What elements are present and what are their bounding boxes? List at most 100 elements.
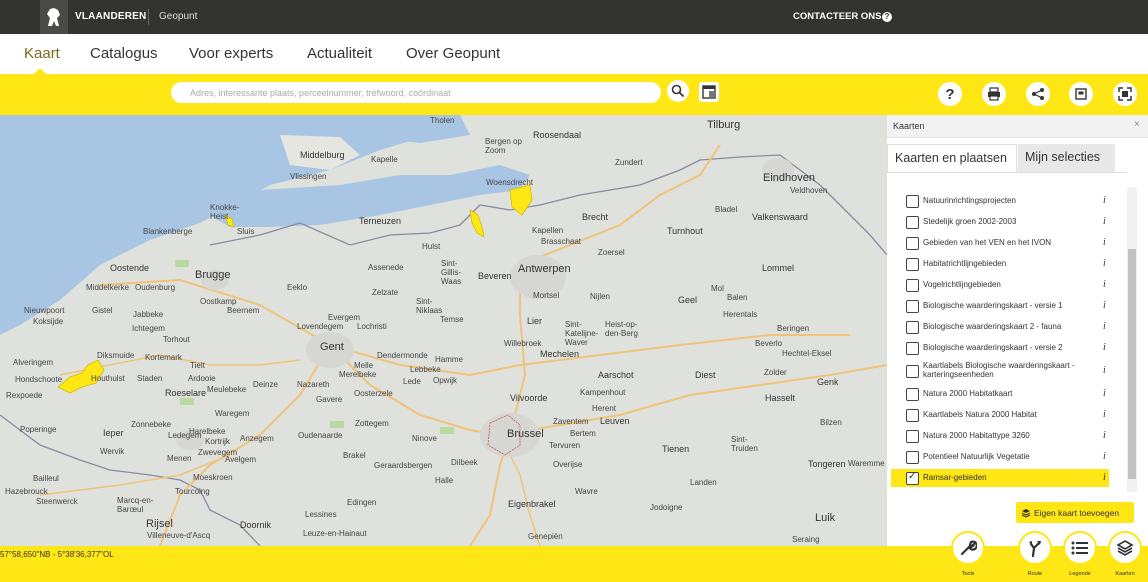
layer-checkbox[interactable] xyxy=(906,195,919,208)
layer-label: Kaartlabels Biologische waarderingskaart… xyxy=(923,361,1075,379)
frame-button[interactable] xyxy=(1069,82,1093,106)
print-button[interactable] xyxy=(982,82,1006,106)
search-button[interactable] xyxy=(667,80,689,102)
layer-checkbox[interactable] xyxy=(906,300,919,313)
info-icon[interactable]: i xyxy=(1103,279,1106,290)
place-label: Tienen xyxy=(662,444,690,454)
layer-checkbox[interactable] xyxy=(906,258,919,271)
layer-item[interactable]: Stedelijk groen 2002-2003 i xyxy=(891,213,1109,231)
place-label: Overijse xyxy=(553,460,583,469)
legend-button[interactable] xyxy=(1063,531,1097,565)
layer-item[interactable]: Kaartlabels Biologische waarderingskaart… xyxy=(891,360,1109,382)
layer-item[interactable]: Biologische waarderingskaart 2 - fauna i xyxy=(891,318,1109,336)
place-label: Knokke-Heist xyxy=(210,203,240,221)
place-label: Gent xyxy=(320,341,344,353)
info-icon[interactable]: i xyxy=(1103,195,1106,206)
search-input[interactable] xyxy=(171,82,661,103)
place-label: Zelzate xyxy=(372,288,399,297)
layer-item[interactable]: Natura 2000 Habitatkaart i xyxy=(891,385,1109,403)
layer-label: Vogelrichtlijngebieden xyxy=(923,280,1001,289)
layer-checkbox[interactable] xyxy=(906,237,919,250)
maps-button[interactable] xyxy=(1108,531,1142,565)
legend-icon xyxy=(1071,541,1088,555)
info-icon[interactable]: i xyxy=(1103,388,1106,399)
place-label: Hasselt xyxy=(765,393,796,403)
place-label: Rexpoede xyxy=(6,391,43,400)
fullscreen-button[interactable] xyxy=(1113,82,1137,106)
layer-label: Natura 2000 Habitatkaart xyxy=(923,389,1013,398)
place-label: Valkenswaard xyxy=(752,212,808,222)
place-label: Blankenberge xyxy=(143,227,193,236)
place-label: Roosendaal xyxy=(533,130,582,140)
info-icon[interactable]: i xyxy=(1103,342,1106,353)
tab-kaarten-en-plaatsen[interactable]: Kaarten en plaatsen xyxy=(887,144,1017,173)
nav-catalogus[interactable]: Catalogus xyxy=(90,45,158,62)
product-geopunt[interactable]: Geopunt xyxy=(159,11,197,22)
layer-checkbox[interactable] xyxy=(906,342,919,355)
place-label: Ledegem xyxy=(168,431,202,440)
place-label: Hondschoote xyxy=(15,375,63,384)
info-icon[interactable]: i xyxy=(1103,321,1106,332)
info-icon[interactable]: i xyxy=(1103,472,1106,483)
layer-checkbox[interactable] xyxy=(906,216,919,229)
nav-voor-experts[interactable]: Voor experts xyxy=(189,45,273,62)
layer-item[interactable]: Natuurinrichtingsprojecten i xyxy=(891,192,1109,210)
nav-over-geopunt[interactable]: Over Geopunt xyxy=(406,45,500,62)
place-label: Tongeren xyxy=(808,459,846,469)
contact-help-icon[interactable]: ? xyxy=(882,12,892,22)
info-icon[interactable]: i xyxy=(1103,258,1106,269)
map-canvas[interactable]: Tholen Roosendaal Tilburg Middelburg Ber… xyxy=(0,115,887,546)
share-button[interactable] xyxy=(1026,82,1050,106)
info-icon[interactable]: i xyxy=(1103,216,1106,227)
info-icon[interactable]: i xyxy=(1103,430,1106,441)
layer-item[interactable]: Biologische waarderingskaart - versie 1 i xyxy=(891,297,1109,315)
place-label: Middelkerke xyxy=(86,283,130,292)
place-label: Anzegem xyxy=(240,434,274,443)
layer-checkbox-checked[interactable] xyxy=(906,471,919,485)
contact-link[interactable]: CONTACTEER ONS xyxy=(793,11,882,22)
route-button[interactable] xyxy=(1018,531,1052,565)
layer-item[interactable]: Habitatrichtlijngebieden i xyxy=(891,255,1109,273)
layer-item[interactable]: Potentieel Natuurlijk Vegetatie i xyxy=(891,448,1109,466)
place-label: Brasschaat xyxy=(541,237,582,246)
layer-select-button[interactable] xyxy=(699,82,719,102)
nav-actualiteit[interactable]: Actualiteit xyxy=(307,45,372,62)
add-own-map-button[interactable]: Eigen kaart toevoegen xyxy=(1016,502,1134,523)
layer-checkbox[interactable] xyxy=(906,388,919,401)
vlaanderen-lion-logo[interactable] xyxy=(40,0,68,34)
layer-checkbox[interactable] xyxy=(906,279,919,292)
info-icon[interactable]: i xyxy=(1103,237,1106,248)
brand-vlaanderen[interactable]: VLAANDEREN xyxy=(75,11,146,22)
place-label: Kortrijk xyxy=(205,437,230,446)
layer-list-scroll-thumb[interactable] xyxy=(1128,249,1136,479)
tools-button[interactable] xyxy=(951,531,985,565)
tab-mijn-selecties[interactable]: Mijn selecties xyxy=(1018,144,1115,172)
layer-label: Natuurinrichtingsprojecten xyxy=(923,196,1016,205)
place-label: Hulst xyxy=(422,242,441,251)
layer-checkbox[interactable] xyxy=(906,451,919,464)
place-label: Terneuzen xyxy=(359,216,402,226)
layer-item-selected[interactable]: Ramsar-gebieden i xyxy=(891,469,1109,487)
layer-item[interactable]: Gebieden van het VEN en het IVON i xyxy=(891,234,1109,252)
place-label: Ninove xyxy=(412,434,437,443)
layer-item[interactable]: Natura 2000 Habitattype 3260 i xyxy=(891,427,1109,445)
info-icon[interactable]: i xyxy=(1103,365,1106,376)
nav-kaart[interactable]: Kaart xyxy=(24,45,60,62)
layer-checkbox[interactable] xyxy=(906,321,919,334)
place-label: Eigenbrakel xyxy=(508,499,556,509)
close-icon[interactable]: × xyxy=(1134,119,1140,130)
fullscreen-icon xyxy=(1118,87,1132,101)
info-icon[interactable]: i xyxy=(1103,300,1106,311)
layer-checkbox[interactable] xyxy=(906,409,919,422)
place-label: Alveringem xyxy=(13,358,54,367)
layer-item[interactable]: Kaartlabels Natura 2000 Habitat i xyxy=(891,406,1109,424)
help-button[interactable]: ? xyxy=(938,82,962,106)
layer-item[interactable]: Biologische waarderingskaart - versie 2 i xyxy=(891,339,1109,357)
info-icon[interactable]: i xyxy=(1103,451,1106,462)
layer-checkbox[interactable] xyxy=(906,430,919,443)
layer-checkbox[interactable] xyxy=(906,365,919,378)
info-icon[interactable]: i xyxy=(1103,409,1106,420)
place-label: Sint-Gillis-Waas xyxy=(441,259,462,286)
layer-item[interactable]: Vogelrichtlijngebieden i xyxy=(891,276,1109,294)
place-label: Melle xyxy=(354,361,374,370)
